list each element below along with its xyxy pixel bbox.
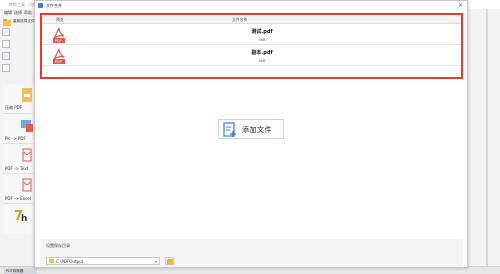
file-size: 9kB — [258, 58, 266, 63]
reselect-file-label: 重新选择文件 — [13, 19, 35, 23]
output-settings: 设置保存目录 C:\PDFOutput ▾ — [40, 239, 463, 267]
dialog-title: 文件合并 — [46, 3, 62, 8]
file-merge-dialog: 文件合并 × 预览 文件名称 PDF 测试.pdf 9kB PDF 副本.pdf… — [34, 0, 468, 268]
music-icon[interactable] — [2, 40, 10, 48]
file-name: 测试.pdf — [251, 29, 273, 35]
edit-icon[interactable] — [2, 64, 10, 72]
svg-text:PDF: PDF — [55, 60, 62, 64]
svg-text:h: h — [21, 214, 27, 222]
output-directory-select[interactable]: C:\PDFOutput ▾ — [46, 257, 160, 265]
file-row[interactable]: PDF 测试.pdf 9kB — [42, 25, 461, 45]
tool-label: 压缩 PDF — [5, 105, 23, 110]
file-list-panel: 预览 文件名称 PDF 测试.pdf 9kB PDF 副本.pdf 9kB — [40, 13, 463, 79]
folder-icon — [3, 19, 11, 26]
pdf-file-icon: PDF — [53, 27, 65, 43]
pdf-to-text-large-icon: 7 h — [14, 209, 27, 222]
output-directory-label: 设置保存目录 — [46, 243, 70, 248]
chevron-down-icon[interactable]: ▾ — [155, 258, 157, 265]
side-icon-column — [2, 28, 13, 76]
document-icon[interactable] — [2, 28, 10, 36]
image-to-pdf-icon — [21, 120, 33, 132]
add-file-label: 添加文件 — [242, 126, 272, 134]
file-size: 9kB — [258, 37, 266, 42]
app-icon — [38, 3, 43, 8]
add-file-icon — [223, 122, 236, 137]
tool-label: PDF -> Excel — [5, 196, 31, 201]
compress-pdf-icon — [22, 88, 32, 102]
menu-help[interactable]: 帮助 — [24, 10, 32, 16]
tool-label: PDF -> Text — [5, 166, 29, 171]
tool-label: Pic -> PDF — [5, 136, 26, 141]
column-header-preview: 预览 — [56, 17, 64, 22]
background-app-title: 转换工具 - 迅捷 — [9, 2, 37, 7]
column-header-name: 文件名称 — [232, 17, 248, 22]
menu-select[interactable]: 选择 — [14, 10, 22, 16]
file-list-header: 预览 文件名称 — [42, 15, 461, 24]
pdf-to-text-icon — [22, 148, 32, 162]
folder-icon — [49, 259, 54, 263]
output-directory-value: C:\PDFOutput — [56, 259, 84, 264]
svg-text:PDF: PDF — [55, 39, 62, 43]
image-icon[interactable] — [2, 52, 10, 60]
file-name: 副本.pdf — [251, 50, 273, 56]
dialog-titlebar: 文件合并 × — [35, 1, 467, 10]
file-row[interactable]: PDF 副本.pdf 9kB — [42, 46, 461, 66]
browse-folder-button[interactable] — [165, 257, 174, 265]
taskbar-app-item[interactable]: PDF转换器 — [4, 268, 37, 274]
pdf-to-excel-icon — [22, 178, 32, 192]
pdf-file-icon: PDF — [53, 48, 65, 64]
menu-edit[interactable]: 编辑 — [4, 10, 12, 16]
open-folder-icon — [167, 259, 173, 264]
close-icon[interactable]: × — [458, 2, 463, 9]
add-file-button[interactable]: 添加文件 — [218, 119, 284, 139]
background-scrollbar[interactable] — [486, 9, 488, 266]
